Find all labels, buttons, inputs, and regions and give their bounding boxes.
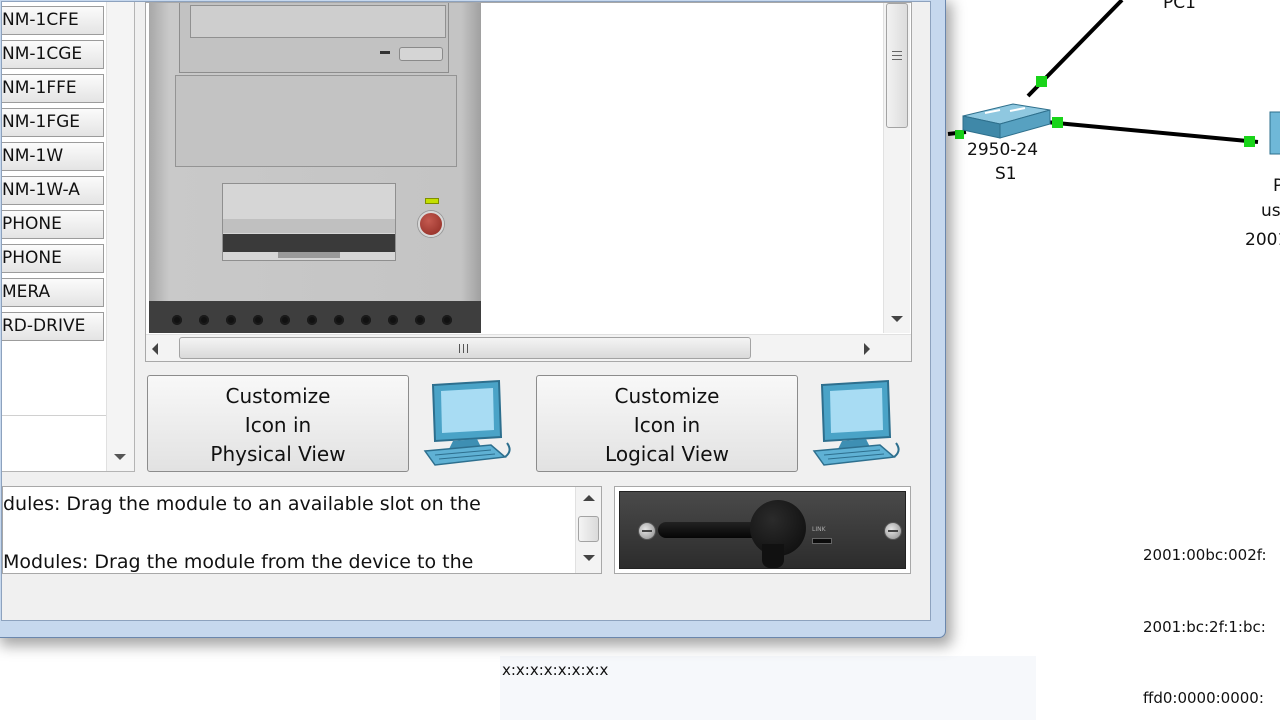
button-label-line: Logical View xyxy=(605,442,729,466)
scroll-thumb[interactable] xyxy=(886,3,908,128)
power-led-icon xyxy=(425,198,439,204)
vent-hole xyxy=(415,315,425,325)
scroll-up-arrow-icon[interactable] xyxy=(583,495,595,501)
grip-line xyxy=(892,55,902,56)
module-list-item[interactable]: NM-1CFE xyxy=(2,6,104,35)
switch-icon[interactable] xyxy=(962,103,1051,139)
link-up-indicator xyxy=(1052,117,1063,128)
grip-line xyxy=(892,51,902,52)
module-list-item[interactable]: MERA xyxy=(2,278,104,307)
power-button[interactable] xyxy=(418,211,444,237)
physical-device-view[interactable] xyxy=(145,2,912,362)
module-list-item[interactable]: PHONE xyxy=(2,244,104,273)
instructions-text-box[interactable]: dules: Drag the module to an available s… xyxy=(2,486,602,574)
vent-hole xyxy=(388,315,398,325)
floppy-band xyxy=(223,219,395,233)
pc-tower-image xyxy=(149,3,481,333)
vent-hole xyxy=(253,315,263,325)
button-label-line: Icon in xyxy=(633,413,701,437)
link-up-indicator xyxy=(955,130,964,139)
physical-tab-panel: NM-1CFE NM-1CGE NM-1FFE NM-1FGE NM-1W NM… xyxy=(1,1,931,621)
vent-hole xyxy=(307,315,317,325)
button-label-line: Customize xyxy=(225,384,331,408)
horizontal-scrollbar[interactable] xyxy=(146,334,911,361)
scroll-down-arrow-icon[interactable] xyxy=(891,316,903,322)
pc-icon xyxy=(423,379,511,466)
button-label-line: Physical View xyxy=(210,442,346,466)
module-list-item[interactable]: NM-1CGE xyxy=(2,40,104,69)
vent-strip xyxy=(149,301,481,333)
module-preview: LINK xyxy=(614,486,911,574)
link-led-icon xyxy=(812,538,832,544)
instructions-scrollbar[interactable] xyxy=(575,487,601,573)
module-list-scrollbar[interactable] xyxy=(106,2,134,471)
module-list-item[interactable]: RD-DRIVE xyxy=(2,312,104,341)
scroll-thumb[interactable] xyxy=(179,337,751,359)
device-user-label: us xyxy=(1261,201,1280,221)
scroll-left-arrow-icon[interactable] xyxy=(152,343,158,355)
module-list-item[interactable]: NM-1W xyxy=(2,142,104,171)
vent-hole xyxy=(361,315,371,325)
grip-line xyxy=(467,344,468,353)
module-list[interactable]: NM-1CFE NM-1CGE NM-1FFE NM-1FGE NM-1W NM… xyxy=(2,2,135,472)
scroll-down-arrow-icon[interactable] xyxy=(583,555,595,561)
floppy-drive xyxy=(222,183,396,261)
empty-drive-bay xyxy=(175,75,457,167)
module-list-item[interactable]: PHONE xyxy=(2,210,104,239)
scroll-thumb[interactable] xyxy=(578,516,599,542)
address-note: 2001:00bc:002f: xyxy=(1143,546,1267,564)
link-up-indicator xyxy=(1244,136,1255,147)
address-note: ffd0:0000:0000: xyxy=(1143,689,1264,707)
address-note: 2001:bc:2f:1:bc: xyxy=(1143,618,1266,636)
button-label-line: Customize xyxy=(614,384,720,408)
link-up-indicator xyxy=(1036,76,1047,87)
floppy-slot-detail xyxy=(278,252,340,258)
switch-name-label: S1 xyxy=(995,164,1017,184)
pc1-label: PC1 xyxy=(1163,0,1196,13)
device-config-window[interactable]: NM-1CFE NM-1CGE NM-1FFE NM-1FGE NM-1W NM… xyxy=(0,0,946,638)
vent-hole xyxy=(442,315,452,325)
floppy-slot xyxy=(223,234,395,252)
pc-icon xyxy=(812,379,900,466)
module-list-item[interactable]: NM-1W-A xyxy=(2,176,104,205)
grip-line xyxy=(892,59,902,60)
microphone-cable xyxy=(762,544,784,568)
vent-hole xyxy=(226,315,236,325)
scroll-down-arrow-icon[interactable] xyxy=(114,454,126,460)
screw-icon xyxy=(638,522,656,540)
button-label-line: Icon in xyxy=(244,413,312,437)
optical-drive-slot xyxy=(190,5,446,38)
divider xyxy=(2,415,107,416)
module-list-item[interactable]: NM-1FFE xyxy=(2,74,104,103)
device-label: P xyxy=(1273,176,1280,196)
link-label: LINK xyxy=(812,526,826,533)
pc-icon[interactable] xyxy=(1269,111,1280,155)
vent-hole xyxy=(172,315,182,325)
grip-line xyxy=(459,344,460,353)
vent-hole xyxy=(334,315,344,325)
address-format-note: x:x:x:x:x:x:x:x xyxy=(502,661,609,679)
customize-physical-icon-button[interactable]: Customize Icon in Physical View xyxy=(147,375,409,472)
link-s1-right[interactable] xyxy=(1045,120,1259,144)
scroll-right-arrow-icon[interactable] xyxy=(864,343,870,355)
device-address-label: 2001 xyxy=(1245,230,1280,250)
optical-drive-bay xyxy=(179,3,449,73)
screw-icon xyxy=(884,522,902,540)
microphone-module-image: LINK xyxy=(619,491,906,569)
switch-model-label: 2950-24 xyxy=(967,140,1039,160)
vertical-scrollbar[interactable] xyxy=(883,3,910,333)
vent-hole xyxy=(280,315,290,325)
instruction-line: Modules: Drag the module from the device… xyxy=(3,551,474,573)
grip-line xyxy=(463,344,464,353)
eject-button xyxy=(399,47,443,61)
module-list-item[interactable]: NM-1FGE xyxy=(2,108,104,137)
vent-hole xyxy=(199,315,209,325)
instruction-line: dules: Drag the module to an available s… xyxy=(3,493,481,515)
drive-indicator xyxy=(380,51,390,54)
customize-logical-icon-button[interactable]: Customize Icon in Logical View xyxy=(536,375,798,472)
